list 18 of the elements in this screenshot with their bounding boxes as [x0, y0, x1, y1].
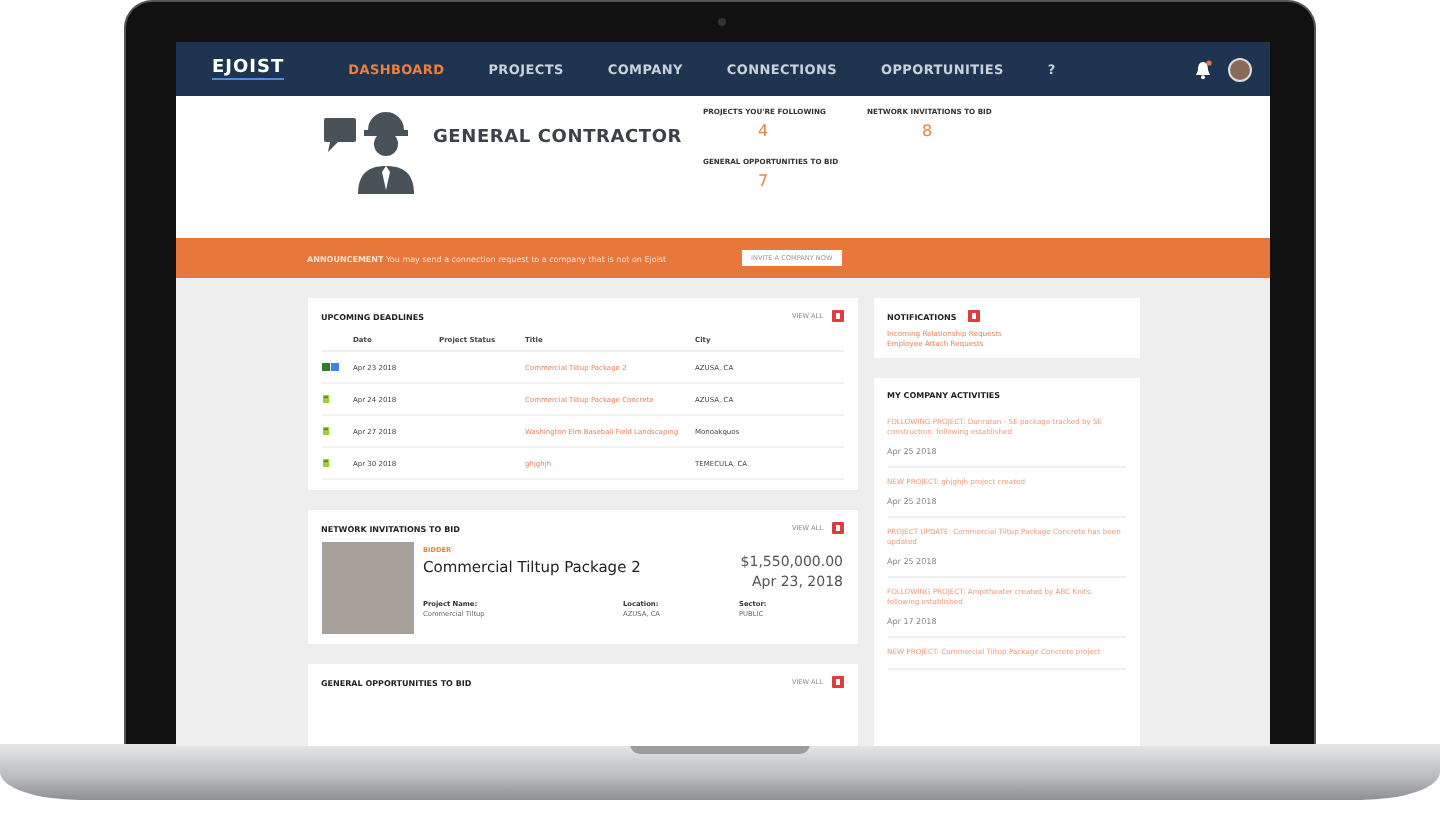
stat-value: 7 [755, 171, 771, 189]
building-icon [321, 457, 329, 467]
camera-icon [718, 18, 726, 26]
logo[interactable]: EJOIST [212, 58, 285, 80]
stat-value: 8 [919, 122, 935, 140]
building-icon [321, 425, 329, 435]
stat-value: 4 [755, 122, 771, 140]
expand-icon [831, 310, 843, 322]
expand-icon [968, 310, 981, 322]
page-title: GENERAL CONTRACTOR [433, 128, 685, 152]
bell-icon[interactable] [1194, 59, 1212, 79]
worker-icon [323, 110, 415, 194]
buildings-icon [321, 361, 339, 371]
expand-icon [831, 676, 843, 688]
photo-placeholder [321, 542, 413, 634]
expand-icon [831, 522, 843, 534]
avatar[interactable] [1228, 57, 1252, 81]
building-icon [321, 393, 329, 403]
